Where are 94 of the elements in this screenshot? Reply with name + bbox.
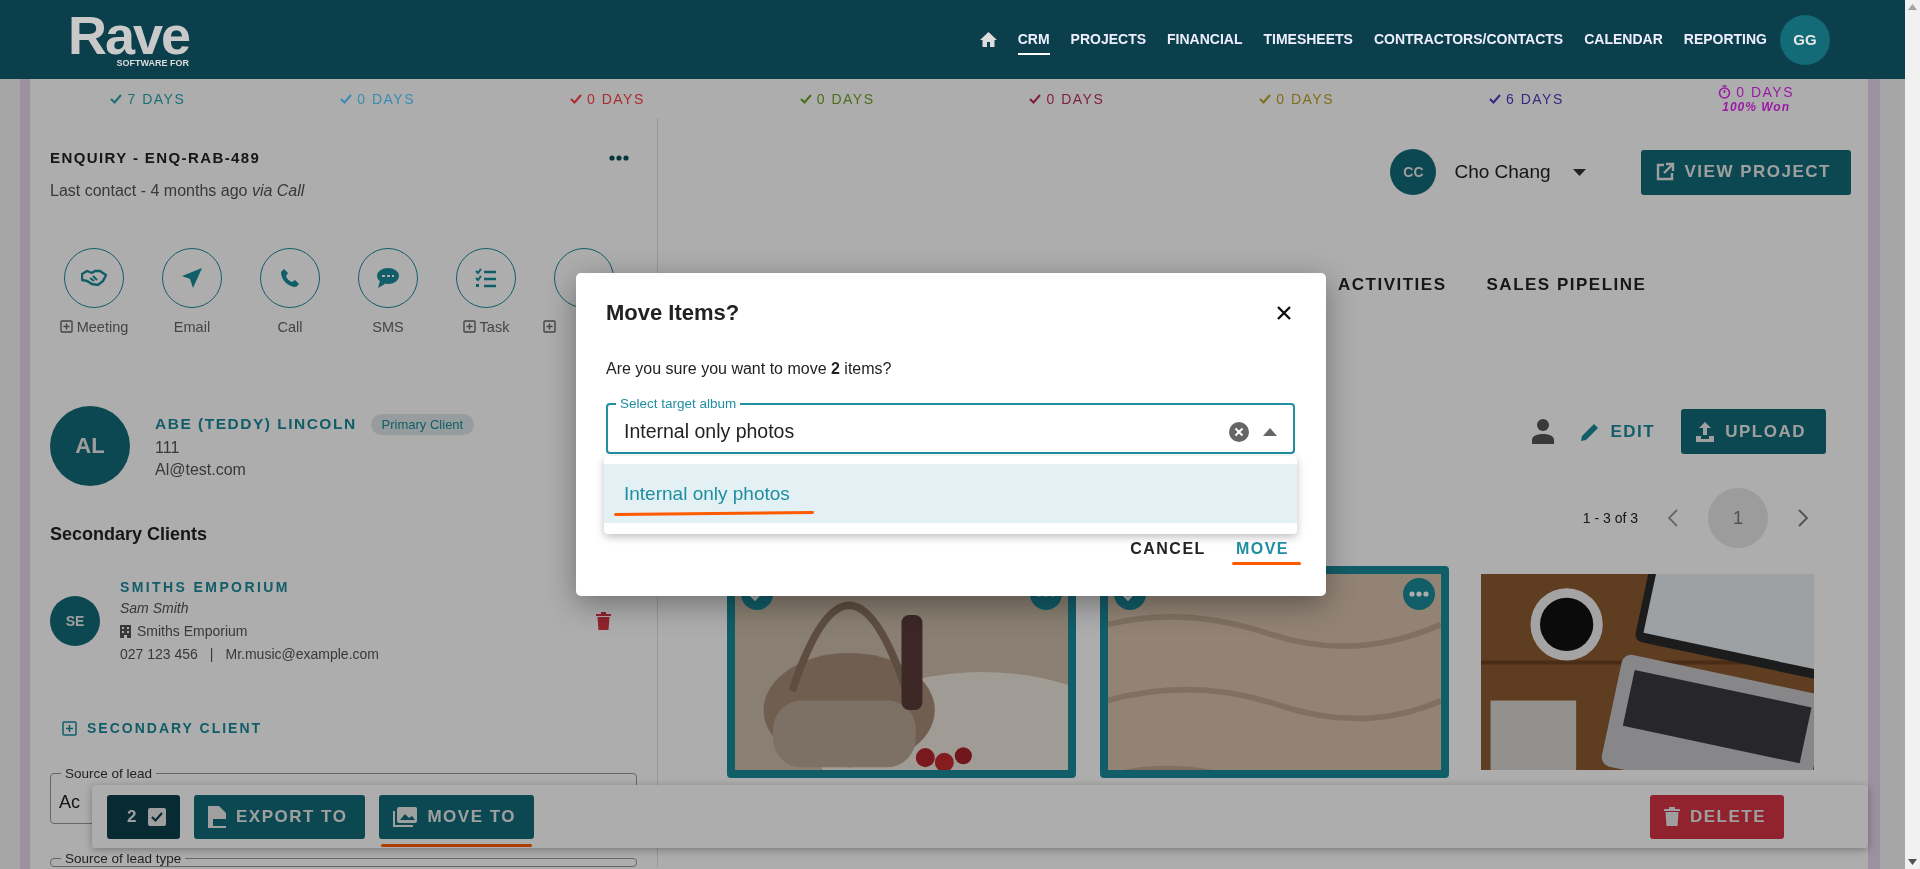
person-icon[interactable] bbox=[1532, 419, 1555, 444]
contact-name: Sam Smith bbox=[120, 600, 190, 616]
action-label: Meeting bbox=[76, 318, 129, 335]
add-icon bbox=[62, 720, 77, 736]
stage-note: 100% Won bbox=[1722, 99, 1790, 114]
dialog-title: Move Items? bbox=[606, 300, 740, 326]
nav-link[interactable]: REPORTING bbox=[1683, 24, 1767, 55]
enquiry-title: ENQUIRY - ENQ-RAB-489 bbox=[50, 149, 261, 166]
home-icon[interactable] bbox=[979, 32, 997, 47]
action-button[interactable] bbox=[456, 248, 516, 308]
client-name[interactable]: SMITHS EMPORIUM bbox=[120, 579, 379, 595]
tab[interactable]: ACTIVITIES bbox=[1338, 275, 1447, 301]
action-label: Task bbox=[479, 318, 510, 335]
client-avatar: SE bbox=[50, 595, 100, 646]
nav-link[interactable]: PROJECTS bbox=[1070, 24, 1147, 55]
stage-days: 0 DAYS bbox=[816, 90, 875, 107]
tab[interactable]: SALES PIPELINE bbox=[1486, 275, 1647, 301]
section-heading: Secondary Clients bbox=[50, 524, 209, 545]
clear-icon[interactable] bbox=[1229, 421, 1249, 442]
more-icon[interactable] bbox=[1403, 578, 1435, 610]
dialog-button[interactable]: MOVE bbox=[1235, 538, 1289, 560]
external-link-icon bbox=[1654, 162, 1675, 182]
edit-button[interactable]: EDIT bbox=[1574, 420, 1662, 443]
stage-days: 0 DAYS bbox=[1046, 90, 1105, 107]
upload-button[interactable]: UPLOAD bbox=[1681, 409, 1826, 454]
user-avatar[interactable]: GG bbox=[1780, 14, 1830, 65]
last-contact-text: Last contact - 4 months ago via Call bbox=[50, 182, 306, 200]
logo-tagline: SOFTWARE FOR bbox=[116, 57, 190, 68]
stage-days: 0 DAYS bbox=[357, 90, 415, 107]
dialog-message: Are you sure you want to move 2 items? bbox=[606, 360, 893, 378]
nav-link[interactable]: CONTRACTORS/CONTACTS bbox=[1373, 24, 1564, 55]
caret-icon[interactable] bbox=[1263, 427, 1277, 436]
logo: Rave bbox=[68, 11, 190, 58]
phone-icon bbox=[280, 268, 300, 288]
toolbar-button[interactable]: EXPORT TO bbox=[193, 794, 366, 839]
stage-days: 6 DAYS bbox=[1506, 90, 1564, 107]
timer-icon bbox=[1718, 84, 1732, 99]
chat-bubble-icon bbox=[376, 267, 400, 289]
nav-link[interactable]: CRM bbox=[1017, 24, 1050, 55]
selection-count-button[interactable]: 2 bbox=[107, 794, 180, 839]
check-icon bbox=[1489, 93, 1501, 104]
checklist-icon bbox=[475, 268, 497, 288]
scroll-down-icon[interactable] bbox=[1908, 859, 1917, 865]
stage-days: 0 DAYS bbox=[1276, 90, 1334, 107]
view-project-button[interactable]: VIEW PROJECT bbox=[1640, 149, 1851, 195]
owner-name[interactable]: Cho Chang bbox=[1454, 161, 1551, 183]
handshake-icon bbox=[81, 269, 107, 287]
separator: | bbox=[209, 646, 214, 662]
client-phone: 111 bbox=[155, 438, 181, 457]
client-badge: Primary Client bbox=[370, 413, 475, 435]
pencil-icon bbox=[1580, 421, 1601, 442]
check-icon bbox=[340, 93, 353, 104]
dialog-button[interactable]: CANCEL bbox=[1130, 538, 1206, 560]
nav-link[interactable]: CALENDAR bbox=[1584, 24, 1663, 55]
action-label: Call bbox=[277, 318, 303, 335]
client-email: Al@test.com bbox=[155, 460, 247, 479]
page-button[interactable]: 1 bbox=[1708, 488, 1768, 548]
client-avatar: AL bbox=[50, 406, 130, 486]
check-icon bbox=[799, 93, 812, 104]
trash-icon bbox=[1663, 807, 1680, 826]
trash-icon[interactable] bbox=[596, 611, 611, 630]
check-icon bbox=[110, 93, 123, 104]
images-icon bbox=[393, 806, 418, 827]
client-phone: 027 123 456 bbox=[120, 646, 198, 662]
nav-link[interactable]: FINANCIAL bbox=[1167, 24, 1243, 55]
input-field[interactable]: Source of lead type bbox=[50, 851, 637, 867]
more-icon[interactable] bbox=[609, 154, 629, 161]
dropdown-option[interactable]: Internal only photos bbox=[604, 464, 1297, 523]
company-name: Smiths Emporium bbox=[137, 623, 248, 639]
chevron-right-icon[interactable] bbox=[1798, 509, 1808, 527]
pagination-range: 1 - 3 of 3 bbox=[1582, 510, 1638, 526]
nav-link[interactable]: TIMESHEETS bbox=[1263, 24, 1353, 55]
paper-plane-icon bbox=[181, 267, 203, 289]
caret-icon[interactable] bbox=[1572, 168, 1586, 176]
add-secondary-client-button[interactable]: SECONDARY CLIENT bbox=[62, 720, 263, 736]
client-email: Mr.music@example.com bbox=[225, 646, 379, 662]
action-label: Email bbox=[173, 318, 211, 335]
checkbox-icon bbox=[147, 807, 166, 826]
stage-days: 0 DAYS bbox=[1736, 83, 1794, 100]
action-label: SMS bbox=[372, 318, 404, 335]
owner-avatar: CC bbox=[1390, 149, 1437, 195]
pdf-file-icon bbox=[207, 805, 226, 828]
upload-icon bbox=[1695, 420, 1716, 443]
client-name[interactable]: ABE (TEDDY) LINCOLN bbox=[155, 415, 357, 433]
chevron-left-icon[interactable] bbox=[1668, 509, 1678, 527]
building-icon bbox=[120, 624, 131, 638]
close-icon[interactable] bbox=[1277, 306, 1291, 320]
check-icon bbox=[1029, 93, 1042, 104]
stage-days: 7 DAYS bbox=[127, 90, 186, 107]
check-icon bbox=[570, 93, 582, 104]
album-select[interactable]: Select target album Internal only photos bbox=[606, 396, 1295, 454]
check-icon bbox=[1259, 93, 1272, 104]
delete-button[interactable]: DELETE bbox=[1649, 794, 1784, 839]
stage-days: 0 DAYS bbox=[587, 90, 645, 107]
